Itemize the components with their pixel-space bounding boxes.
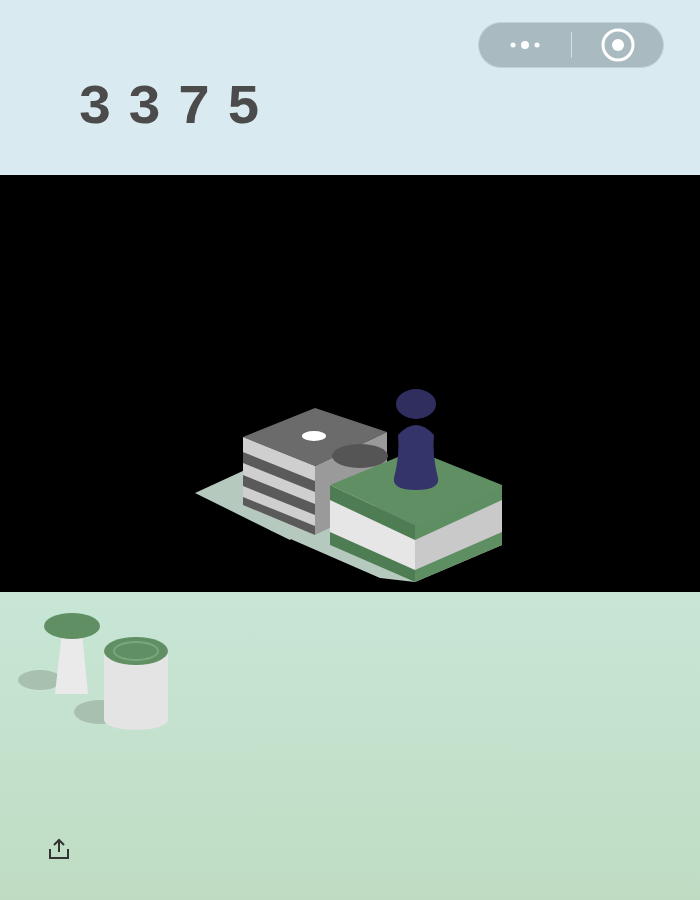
preview-pieces bbox=[0, 592, 200, 742]
capsule-divider bbox=[571, 32, 572, 58]
score-area: 3375 bbox=[0, 0, 700, 136]
scene-drawing bbox=[0, 175, 700, 592]
game-scene[interactable] bbox=[0, 175, 700, 592]
score: 3375 bbox=[78, 76, 276, 140]
share-icon bbox=[47, 837, 71, 861]
capsule-menu bbox=[478, 22, 664, 68]
target-icon bbox=[600, 27, 636, 63]
more-button[interactable] bbox=[479, 23, 571, 67]
game-screen[interactable]: 3375 bbox=[0, 0, 700, 900]
share-button[interactable] bbox=[46, 836, 72, 862]
close-button[interactable] bbox=[572, 23, 663, 67]
more-icon bbox=[505, 40, 545, 50]
bottom-area bbox=[0, 592, 700, 900]
top-bar: 3375 bbox=[0, 0, 700, 175]
